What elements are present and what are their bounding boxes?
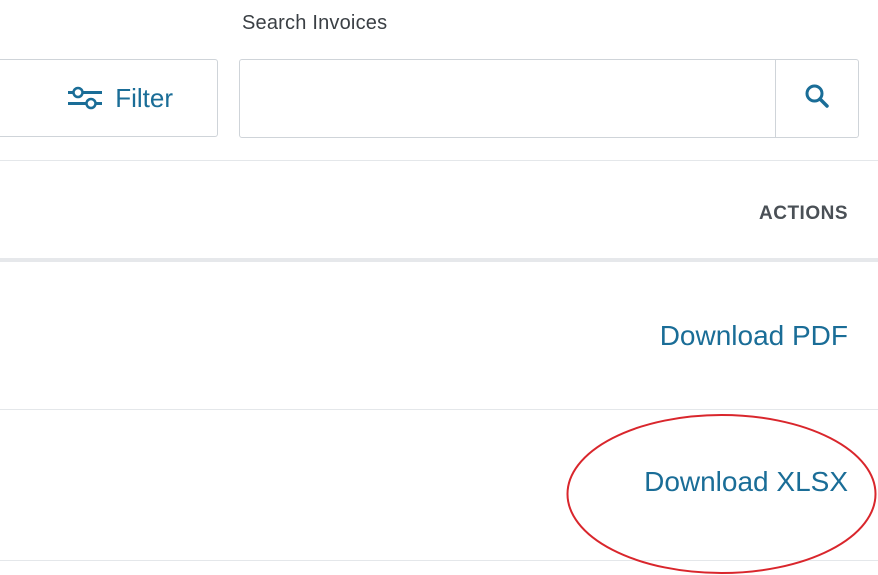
invoices-page: Search Invoices Filter ACTIONS Download	[0, 0, 878, 575]
sliders-icon	[67, 85, 103, 111]
search-icon	[804, 83, 830, 114]
table-row-divider	[0, 560, 878, 561]
download-xlsx-link[interactable]: Download XLSX	[644, 466, 848, 498]
filter-button[interactable]: Filter	[0, 59, 218, 137]
search-input[interactable]	[240, 60, 775, 137]
toolbar-divider	[0, 160, 878, 161]
table-header-divider	[0, 258, 878, 262]
download-pdf-link[interactable]: Download PDF	[660, 320, 848, 352]
table-row-divider	[0, 409, 878, 410]
search-box	[239, 59, 859, 138]
filter-button-label: Filter	[115, 82, 173, 113]
search-invoices-label: Search Invoices	[242, 12, 388, 34]
search-button[interactable]	[775, 60, 858, 137]
actions-column-header: ACTIONS	[759, 203, 848, 224]
